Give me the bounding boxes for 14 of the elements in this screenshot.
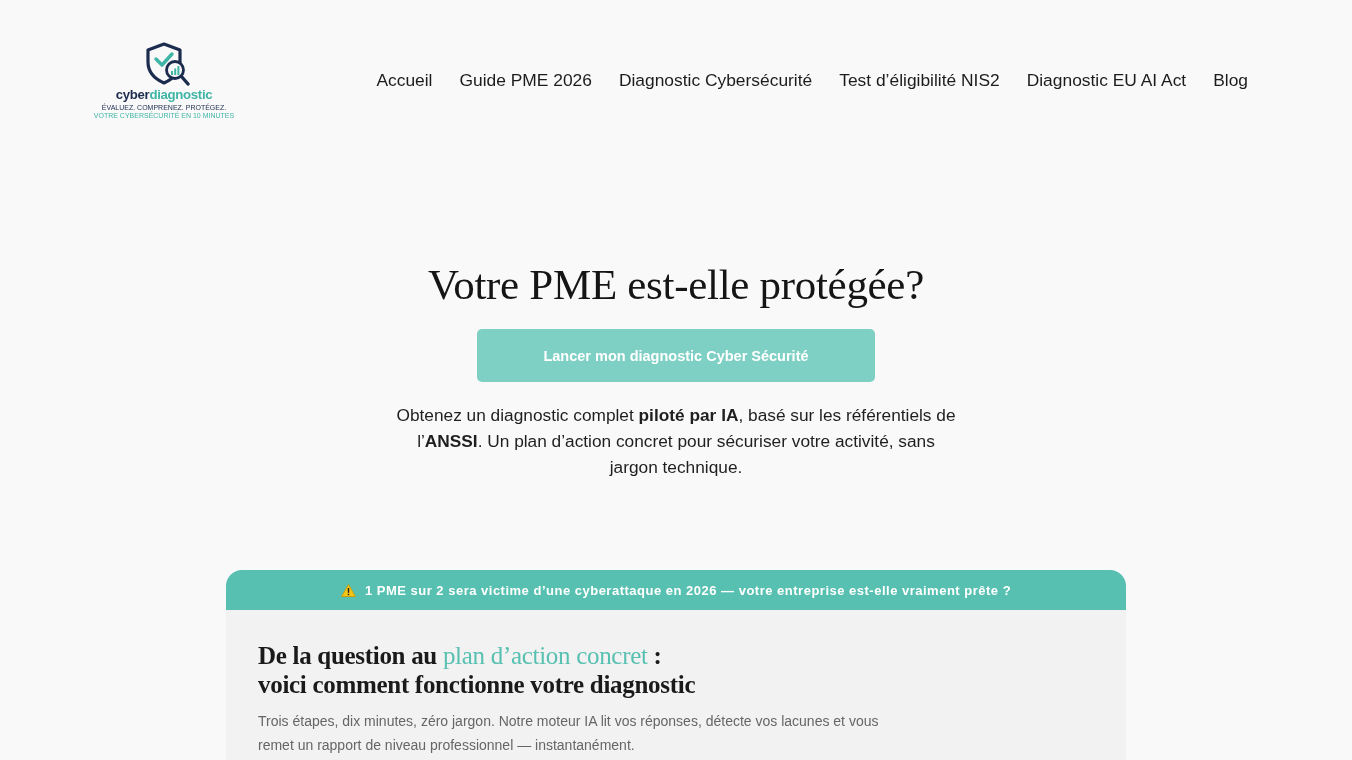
nav-link[interactable]: Diagnostic EU AI Act xyxy=(1026,69,1187,91)
card-description: Trois étapes, dix minutes, zéro jargon. Notre moteur IA lit vos réponses, détecte vos lacunes et vous remet un rapport de niveau professionnel — instantanément. xyxy=(258,712,880,755)
card-heading: De la question au plan d’action concret : voici comment fonctionne votre diagnostic xyxy=(258,641,697,699)
hero-title: Votre PME est-elle protégée? xyxy=(428,260,924,310)
nav-link[interactable]: Test d’éligibilité NIS2 xyxy=(839,69,1000,91)
warning-icon xyxy=(340,583,356,597)
banner-text: 1 PME sur 2 sera victime d’une cyberattaque en 2026 — votre entreprise est-elle vraiment prête ? xyxy=(364,582,1012,598)
logo-wordmark: cyberdiagnostic xyxy=(115,88,213,102)
shield-magnifier-icon xyxy=(144,42,190,87)
hero-description: Obtenez un diagnostic complet piloté par IA, basé sur les référentiels de l’ANSSI. Un plan d’action concret pour sécuriser votre activité, sans jargon technique. xyxy=(395,404,957,479)
nav-link[interactable]: Accueil xyxy=(376,69,433,91)
nav-link[interactable]: Diagnostic Cybersécurité xyxy=(618,69,813,91)
nav-link[interactable]: Blog xyxy=(1213,69,1248,91)
nav-link[interactable]: Guide PME 2026 xyxy=(459,69,592,91)
